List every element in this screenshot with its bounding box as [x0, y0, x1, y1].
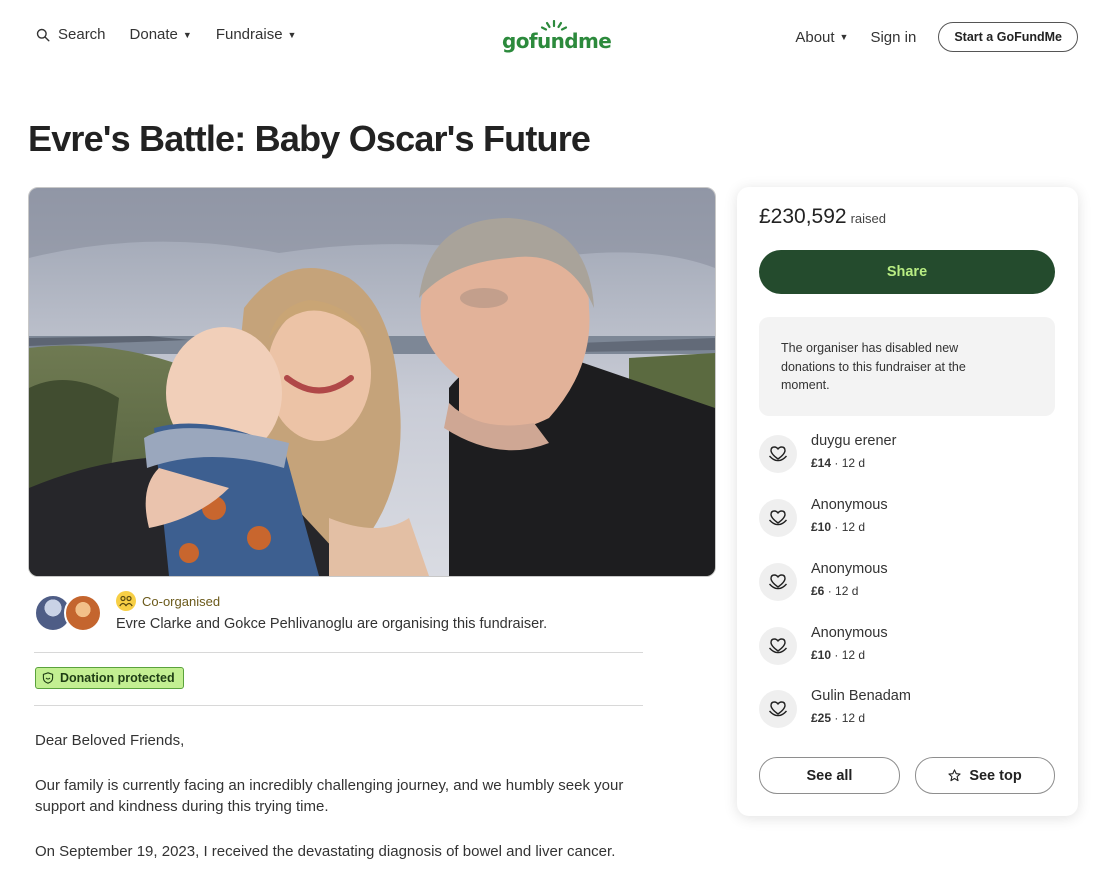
search-icon — [36, 28, 50, 42]
search-link[interactable]: Search — [36, 26, 106, 43]
donor-name: Anonymous — [811, 497, 888, 513]
donor-name: duygu erener — [811, 433, 897, 449]
heart-hand-icon — [759, 499, 797, 537]
about-label: About — [795, 28, 835, 46]
page-title: Evre's Battle: Baby Oscar's Future — [28, 118, 591, 159]
donation-amount: £10 — [811, 648, 832, 662]
raised-amount: £230,592 — [759, 205, 847, 228]
story-paragraph: Dear Beloved Friends, — [35, 732, 185, 749]
about-menu[interactable]: About ▼ — [795, 29, 848, 46]
heart-hand-icon — [759, 563, 797, 601]
search-label: Search — [58, 26, 106, 43]
story-paragraph: On September 19, 2023, I received the de… — [35, 842, 616, 860]
co-organised-label: Co-organised — [142, 593, 221, 609]
see-all-label: See all — [806, 767, 853, 784]
gofundme-logo[interactable]: gofundme — [502, 20, 612, 54]
fundraiser-hero-image[interactable] — [28, 187, 716, 577]
donation-meta: £10 · 12 d — [811, 520, 865, 534]
see-top-label: See top — [969, 767, 1022, 784]
donation-amount: £6 — [811, 584, 825, 598]
donation-time: 12 d — [841, 648, 866, 662]
see-all-button[interactable]: See all — [759, 757, 900, 794]
logo-text: gofundme — [502, 29, 612, 53]
donation-amount: £14 — [811, 456, 832, 470]
divider — [34, 705, 643, 706]
donation-amount: £10 — [811, 520, 832, 534]
notice-text: The organiser has disabled new donations… — [781, 341, 966, 392]
meta-separator: · — [824, 584, 836, 598]
story-paragraph: Our family is currently facing an incred… — [35, 776, 624, 816]
caret-down-icon: ▼ — [182, 29, 192, 40]
shield-icon — [42, 672, 54, 684]
donation-protected-badge[interactable]: Donation protected — [35, 667, 184, 689]
sign-in-label: Sign in — [870, 28, 917, 46]
donation-meta: £14 · 12 d — [811, 456, 865, 470]
donation-time: 12 d — [841, 711, 866, 725]
organiser-avatar[interactable] — [64, 594, 102, 632]
family-photo — [29, 188, 715, 576]
raised-summary: £230,592 raised — [759, 205, 886, 229]
donate-menu[interactable]: Donate ▼ — [130, 26, 192, 43]
divider — [34, 652, 643, 653]
raised-label: raised — [850, 211, 887, 226]
heart-hand-icon — [759, 435, 797, 473]
meta-separator: · — [831, 520, 842, 534]
share-button[interactable]: Share — [759, 250, 1055, 294]
meta-separator: · — [831, 711, 842, 725]
donation-item[interactable]: Gulin Benadam £25 · 12 d — [759, 688, 1055, 738]
story-text: Dear Beloved Friends, Our family is curr… — [35, 730, 635, 885]
donation-protected-label: Donation protected — [60, 671, 175, 685]
fundraise-label: Fundraise — [215, 26, 283, 43]
donation-item[interactable]: duygu erener £14 · 12 d — [759, 433, 1055, 483]
heart-hand-icon — [759, 690, 797, 728]
see-top-button[interactable]: See top — [915, 757, 1055, 794]
donor-name: Gulin Benadam — [811, 688, 911, 704]
heart-hand-icon — [759, 627, 797, 665]
meta-separator: · — [831, 456, 842, 470]
start-gofundme-button[interactable]: Start a GoFundMe — [938, 22, 1078, 52]
donate-label: Donate — [129, 26, 178, 43]
donation-meta: £6 · 12 d — [811, 584, 858, 598]
caret-down-icon: ▼ — [839, 32, 849, 42]
donation-meta: £10 · 12 d — [811, 648, 865, 662]
donation-time: 12 d — [835, 584, 859, 598]
donations-disabled-notice: The organiser has disabled new donations… — [759, 317, 1055, 416]
donation-time: 12 d — [841, 456, 866, 470]
donation-meta: £25 · 12 d — [811, 711, 865, 725]
caret-down-icon: ▼ — [287, 29, 297, 40]
sign-in-link[interactable]: Sign in — [870, 29, 916, 46]
donor-name: Anonymous — [811, 625, 888, 641]
co-organised-badge: Co-organised — [116, 591, 220, 611]
nav-left: Search Donate ▼ Fundraise ▼ — [36, 26, 320, 43]
donor-name: Anonymous — [811, 561, 888, 577]
people-icon — [116, 591, 136, 611]
donation-summary-card: £230,592 raised Share The organiser has … — [737, 187, 1078, 816]
donation-item[interactable]: Anonymous £10 · 12 d — [759, 497, 1055, 547]
donation-item[interactable]: Anonymous £6 · 12 d — [759, 561, 1055, 611]
meta-separator: · — [831, 648, 842, 662]
donation-item[interactable]: Anonymous £10 · 12 d — [759, 625, 1055, 675]
donation-time: 12 d — [841, 520, 866, 534]
top-navigation: Search Donate ▼ Fundraise ▼ gofundme Abo… — [0, 0, 1116, 72]
star-icon — [948, 769, 961, 782]
fundraise-menu[interactable]: Fundraise ▼ — [216, 26, 297, 43]
organiser-description: Evre Clarke and Gokce Pehlivanoglu are o… — [116, 616, 548, 632]
donation-amount: £25 — [811, 711, 832, 725]
nav-right: About ▼ Sign in Start a GoFundMe — [795, 22, 1078, 52]
